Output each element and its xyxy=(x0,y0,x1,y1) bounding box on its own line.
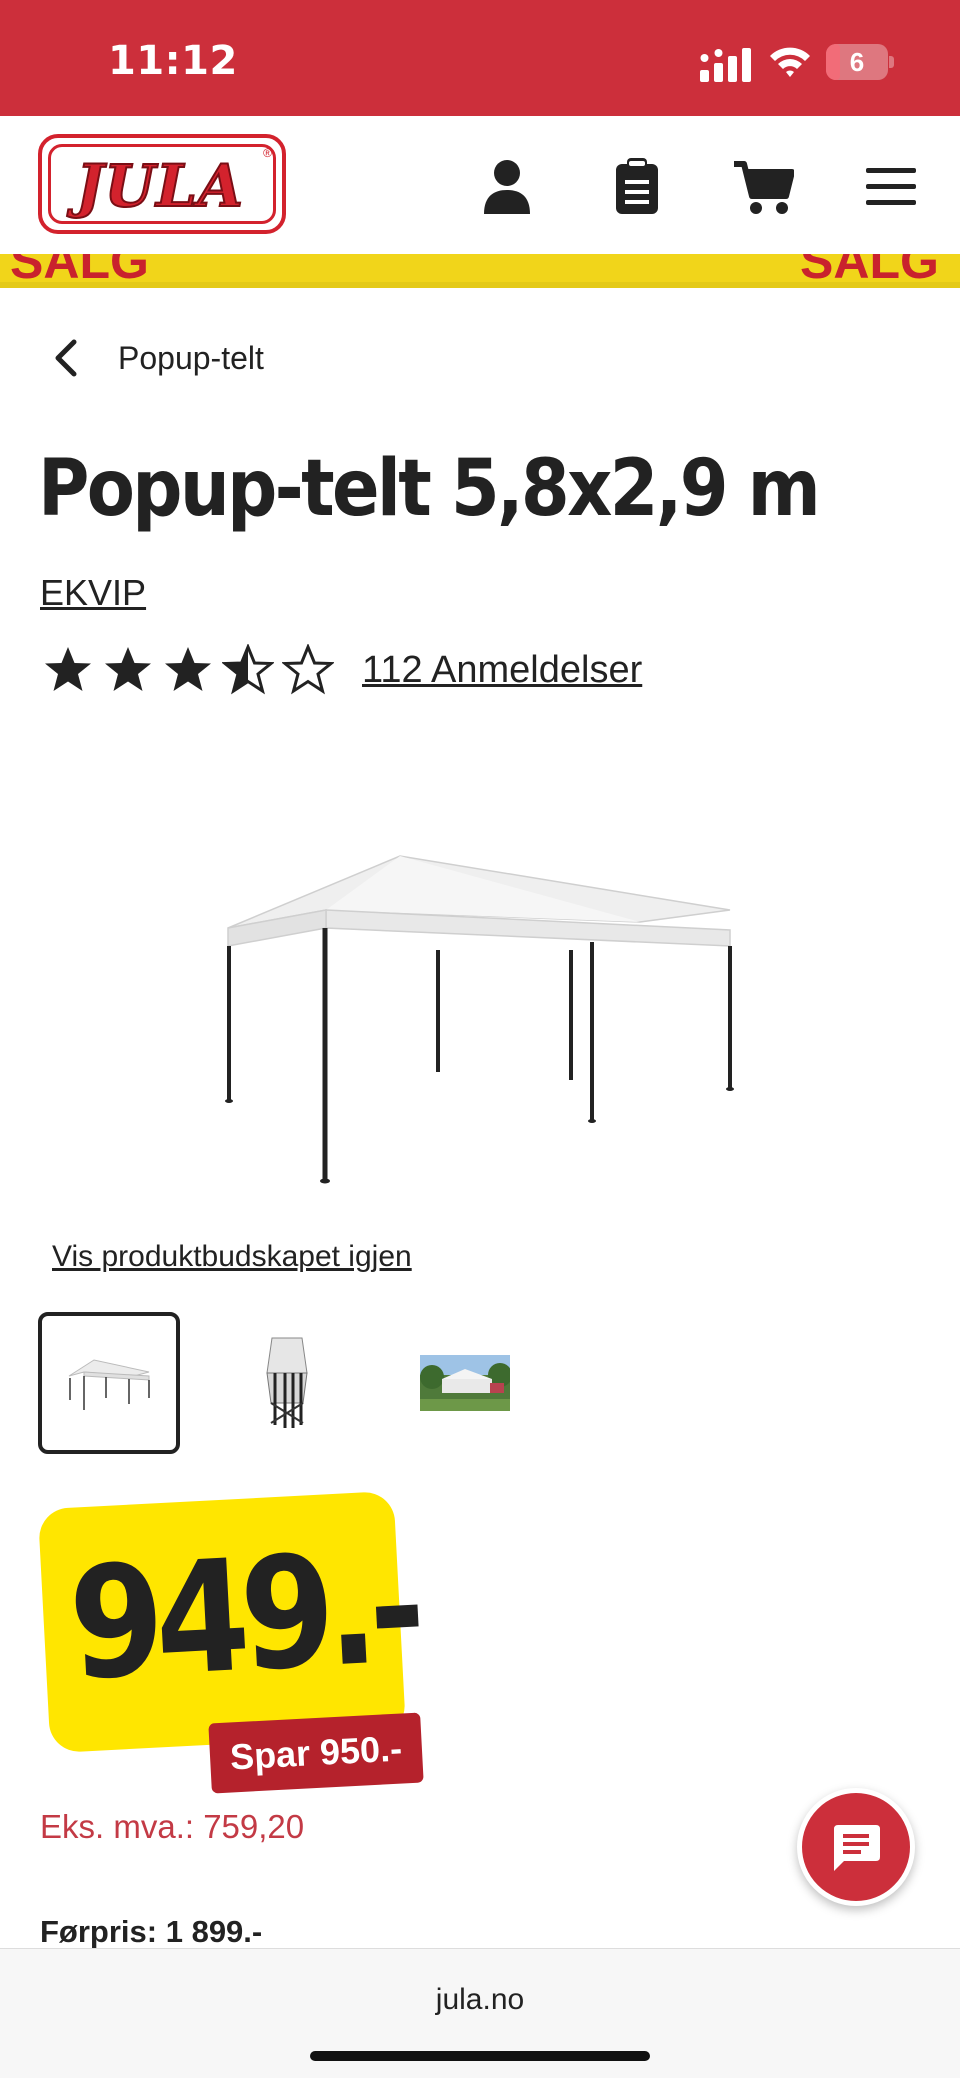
sale-banner[interactable]: SALG SALG xyxy=(0,254,960,288)
battery-level: 6 xyxy=(849,47,865,77)
status-bar: 11:12 6 xyxy=(0,0,960,116)
folded-tent-thumbnail-image xyxy=(266,1337,308,1428)
brand-link[interactable]: EKVIP xyxy=(40,572,146,614)
cellular-signal-icon xyxy=(700,48,751,82)
cart-icon[interactable] xyxy=(734,158,794,216)
star-half-icon xyxy=(222,644,274,695)
star-full-icon xyxy=(165,647,211,691)
thumbnail-tent[interactable] xyxy=(38,1312,180,1454)
save-badge: Spar 950.- xyxy=(208,1712,424,1794)
site-header: JULA ® xyxy=(0,116,960,254)
url-text[interactable]: jula.no xyxy=(0,1983,960,2017)
star-full-icon xyxy=(105,647,151,691)
reviews-link[interactable]: 112 Anmeldelser xyxy=(362,649,642,692)
home-indicator xyxy=(310,2051,650,2061)
logo-text: JULA xyxy=(75,151,244,221)
thumbnail-gallery xyxy=(38,1312,572,1454)
price: 949.- xyxy=(65,1517,421,1715)
thumbnail-tent-garden[interactable] xyxy=(394,1312,536,1454)
clipboard-icon[interactable] xyxy=(610,158,664,216)
product-rating[interactable]: 112 Anmeldelser xyxy=(42,644,642,696)
chat-icon xyxy=(834,1825,880,1871)
status-time: 11:12 xyxy=(108,38,238,84)
menu-icon[interactable] xyxy=(866,158,916,216)
chat-button[interactable] xyxy=(797,1788,915,1906)
breadcrumb-label[interactable]: Popup-telt xyxy=(118,340,264,377)
battery-indicator: 6 xyxy=(826,44,894,80)
chevron-left-icon[interactable] xyxy=(48,336,84,380)
star-empty-icon xyxy=(282,644,334,695)
star-full-icon xyxy=(45,647,91,691)
user-icon[interactable] xyxy=(480,158,534,216)
price-ex-vat: Eks. mva.: 759,20 xyxy=(40,1808,305,1845)
breadcrumb[interactable]: Popup-telt xyxy=(48,336,264,380)
jula-logo[interactable]: JULA ® xyxy=(38,134,286,234)
product-title: Popup-telt 5,8x2,9 m xyxy=(38,444,821,534)
show-product-message-link[interactable]: Vis produktbudskapet igjen xyxy=(52,1240,412,1274)
thumbnail-folded-tent[interactable] xyxy=(216,1312,358,1454)
tent-in-garden-thumbnail-image xyxy=(420,1355,510,1411)
previous-price: Førpris: 1 899.- xyxy=(40,1914,263,1949)
product-image-tent[interactable] xyxy=(200,820,760,1200)
browser-url-bar[interactable]: jula.no xyxy=(0,1948,960,2078)
tent-thumbnail-image xyxy=(68,1359,150,1410)
wifi-icon xyxy=(770,47,810,77)
